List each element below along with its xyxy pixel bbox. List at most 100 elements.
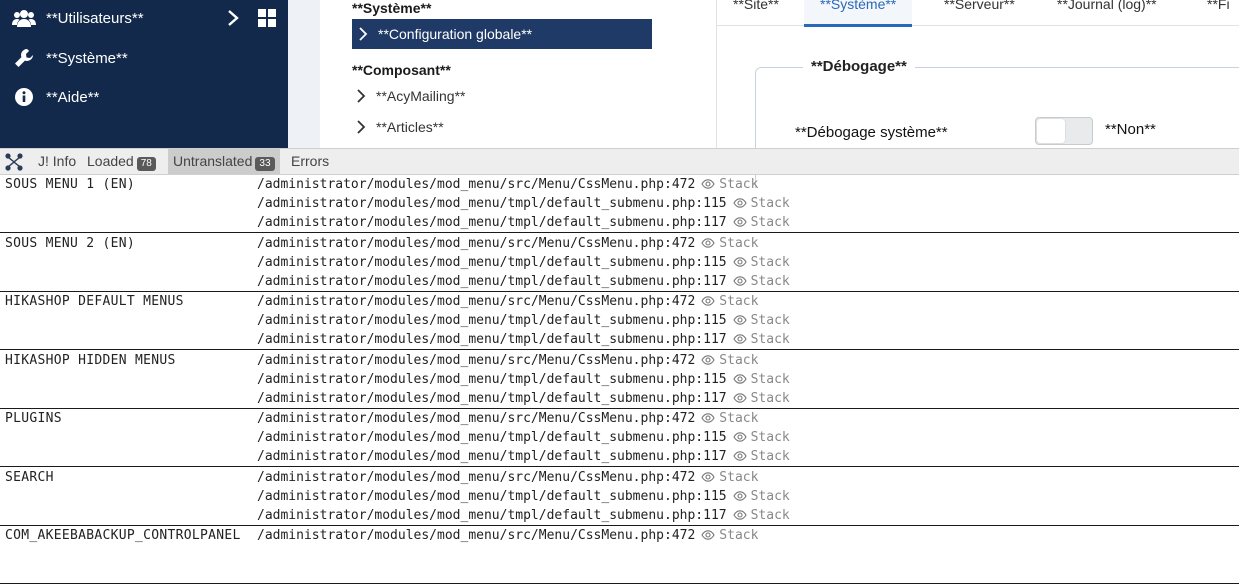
debug-tab-loaded[interactable]: Loaded 78 [82, 149, 161, 174]
sidebar-item-users[interactable]: **Utilisateurs** [0, 0, 288, 36]
stack-label: Stack [719, 294, 759, 309]
caller-path: /administrator/modules/mod_menu/tmpl/def… [257, 489, 727, 504]
stack-label: Stack [719, 177, 759, 192]
stack-toggle[interactable]: Stack [732, 195, 790, 211]
caller-line: /administrator/modules/mod_menu/tmpl/def… [257, 272, 790, 291]
system-debug-toggle[interactable] [1035, 117, 1093, 145]
component-link-articles[interactable]: **Articles** [352, 116, 444, 138]
stack-label: Stack [750, 274, 790, 289]
caller-line: /administrator/modules/mod_menu/tmpl/def… [257, 506, 790, 525]
chevron-right-icon [356, 120, 366, 134]
sidebar-item-system[interactable]: **Système** [0, 40, 288, 76]
stack-toggle[interactable]: Stack [732, 507, 790, 523]
untranslated-row: SOUS MENU 2 (EN) /administrator/modules/m… [0, 234, 1239, 292]
sidebar-item-label: **Aide** [46, 88, 100, 106]
eye-icon [732, 195, 747, 208]
stack-label: Stack [750, 391, 790, 406]
caller-line: /administrator/modules/mod_menu/src/Menu… [257, 234, 758, 253]
untranslated-row: SEARCH/administrator/modules/mod_menu/sr… [0, 468, 1239, 526]
stack-toggle[interactable]: Stack [732, 449, 790, 464]
stack-label: Stack [719, 353, 759, 368]
tab-filters[interactable]: **Fi [1207, 0, 1230, 24]
sidebar-item-label: **Utilisateurs** [46, 9, 144, 27]
untranslated-row: COM_AKEEBABACKUP_CONTROLPANEL/administra… [0, 526, 1239, 584]
stack-toggle[interactable]: Stack [701, 528, 758, 543]
component-link-acymailing[interactable]: **AcyMailing** [352, 85, 465, 107]
stack-label: Stack [719, 528, 759, 543]
untranslated-list: SOUS MENU 1 (EN) /administrator/modules/m… [0, 175, 1239, 584]
tab-site[interactable]: **Site** [733, 0, 779, 24]
stack-toggle[interactable]: Stack [732, 390, 790, 406]
system-debug-label: **Débogage système** [795, 124, 948, 141]
untranslated-key: SOUS MENU 1 (EN) [5, 177, 136, 192]
debug-tab-info[interactable]: J! Info [33, 149, 81, 174]
component-heading: **Composant** [352, 62, 451, 78]
stack-label: Stack [750, 332, 790, 347]
caller-line: /administrator/modules/mod_menu/src/Menu… [257, 292, 758, 311]
caller-line: /administrator/modules/mod_menu/tmpl/def… [257, 330, 790, 349]
eye-icon [732, 331, 747, 344]
config-nav-panel: **Système** **Configuration globale** **… [320, 0, 717, 148]
caller-line: /administrator/modules/mod_menu/src/Menu… [257, 468, 758, 487]
caller-line: /administrator/modules/mod_menu/tmpl/def… [257, 428, 790, 447]
caller-path: /administrator/modules/mod_menu/src/Menu… [257, 528, 696, 543]
stack-toggle[interactable]: Stack [732, 430, 790, 445]
stack-toggle[interactable]: Stack [732, 331, 790, 347]
chevron-right-icon[interactable] [226, 9, 240, 27]
caller-line: /administrator/modules/mod_menu/tmpl/def… [257, 311, 790, 330]
joomla-logo-icon[interactable] [4, 152, 24, 172]
debug-tab-errors[interactable]: Errors [286, 149, 334, 174]
eye-icon [701, 235, 715, 248]
caller-path: /administrator/modules/mod_menu/tmpl/def… [257, 508, 727, 523]
component-label: **Articles** [376, 119, 444, 135]
stack-toggle[interactable]: Stack [701, 353, 758, 368]
stack-toggle[interactable]: Stack [732, 255, 790, 270]
eye-icon [701, 352, 715, 365]
config-global-link[interactable]: **Configuration globale** [352, 19, 652, 49]
tab-server[interactable]: **Serveur** [944, 0, 1015, 24]
stack-toggle[interactable]: Stack [701, 294, 758, 309]
caller-path: /administrator/modules/mod_menu/tmpl/def… [257, 372, 727, 387]
stack-toggle[interactable]: Stack [701, 411, 758, 426]
caller-line: /administrator/modules/mod_menu/tmpl/def… [257, 487, 790, 506]
eye-icon [732, 312, 747, 325]
stack-toggle[interactable]: Stack [732, 274, 790, 289]
eye-icon [732, 390, 747, 403]
config-global-label: **Configuration globale** [378, 26, 533, 42]
tab-system[interactable]: **Système** [804, 0, 913, 27]
debug-legend: **Débogage** [803, 58, 915, 75]
sidebar-item-label: **Système** [46, 49, 128, 67]
stack-toggle[interactable]: Stack [701, 470, 758, 485]
stack-label: Stack [719, 236, 759, 251]
component-label: **AcyMailing** [376, 88, 466, 104]
dashboard-grid-icon[interactable] [258, 9, 276, 27]
stack-toggle[interactable]: Stack [732, 372, 790, 387]
stack-toggle[interactable]: Stack [701, 177, 758, 192]
panel-gutter [288, 0, 320, 148]
stack-toggle[interactable]: Stack [732, 312, 790, 328]
stack-toggle[interactable]: Stack [732, 489, 790, 504]
debug-tab-label: Errors [291, 153, 330, 169]
caller-path: /administrator/modules/mod_menu/tmpl/def… [257, 449, 727, 464]
untranslated-key: HIKASHOP HIDDEN MENUS [5, 353, 176, 368]
untranslated-key: SOUS MENU 2 (EN) [5, 236, 136, 251]
caller-line: /administrator/modules/mod_menu/tmpl/def… [257, 253, 790, 272]
eye-icon [701, 293, 715, 306]
eye-icon [732, 507, 747, 520]
system-heading: **Système** [352, 0, 432, 16]
caller-line: /administrator/modules/mod_menu/src/Menu… [257, 351, 758, 370]
debug-tab-label: Untranslated [173, 153, 253, 169]
stack-toggle[interactable]: Stack [701, 236, 758, 251]
sidebar-item-help[interactable]: **Aide** [0, 79, 288, 115]
debug-tab-untranslated[interactable]: Untranslated 33 [168, 149, 280, 174]
caller-path: /administrator/modules/mod_menu/src/Menu… [257, 177, 696, 192]
stack-toggle[interactable]: Stack [732, 215, 790, 230]
untranslated-key: PLUGINS [5, 411, 62, 426]
stack-label: Stack [750, 449, 790, 464]
stack-label: Stack [750, 255, 790, 270]
caller-line: /administrator/modules/mod_menu/tmpl/def… [257, 213, 790, 232]
caller-path: /administrator/modules/mod_menu/tmpl/def… [257, 332, 727, 347]
sidebar: **Utilisateurs** **Système** **Aide** [0, 0, 288, 148]
untranslated-key: HIKASHOP DEFAULT MENUS [5, 294, 184, 309]
tab-log[interactable]: **Journal (log)** [1057, 0, 1157, 24]
